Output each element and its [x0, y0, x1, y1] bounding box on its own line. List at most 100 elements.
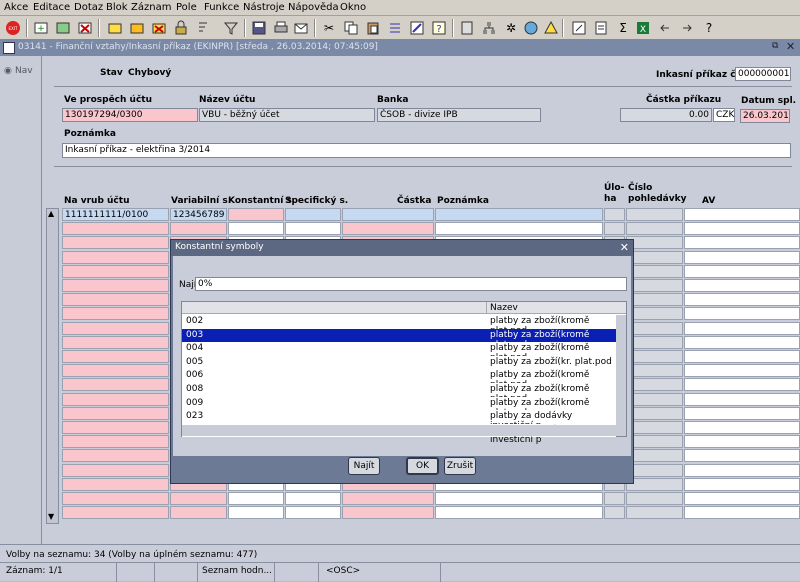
grid-cell[interactable]: [62, 336, 169, 349]
grid-cell[interactable]: [684, 449, 800, 462]
grid-cell[interactable]: [684, 208, 800, 221]
grid-cell[interactable]: [62, 265, 169, 278]
execute-query-icon[interactable]: [128, 19, 146, 37]
datum-field[interactable]: 26.03.2014: [740, 109, 790, 123]
mail-icon[interactable]: [292, 19, 310, 37]
grid-cell[interactable]: [684, 492, 800, 505]
close-icon[interactable]: ✕: [786, 40, 795, 53]
grid-cell[interactable]: [626, 478, 683, 491]
cancel-query-icon[interactable]: [150, 19, 168, 37]
grid-cell[interactable]: [342, 208, 434, 221]
grid-cell[interactable]: [170, 222, 227, 235]
grid-cell[interactable]: [228, 506, 284, 519]
grid-cell[interactable]: [626, 464, 683, 477]
delete-record-icon[interactable]: [76, 19, 94, 37]
grid-cell[interactable]: [435, 506, 603, 519]
attach-icon[interactable]: [570, 19, 588, 37]
grid-cell[interactable]: [684, 350, 800, 363]
grid-cell[interactable]: [626, 208, 683, 221]
grid-cell[interactable]: [626, 265, 683, 278]
inkasni-field[interactable]: 0000000012: [735, 67, 791, 81]
duplicate-icon[interactable]: [54, 19, 72, 37]
question-icon[interactable]: ?: [700, 19, 718, 37]
grid-scrollbar[interactable]: ▲ ▼: [46, 208, 59, 524]
grid-cell[interactable]: [62, 251, 169, 264]
arrow-right-icon[interactable]: [678, 19, 696, 37]
menu-funkce[interactable]: Funkce: [204, 2, 239, 13]
insert-record-icon[interactable]: +: [32, 19, 50, 37]
poznamka-field[interactable]: Inkasní příkaz - elektřina 3/2014: [62, 143, 791, 158]
grid-cell[interactable]: [62, 378, 169, 391]
grid-cell[interactable]: [62, 421, 169, 434]
grid-cell[interactable]: [684, 378, 800, 391]
grid-cell[interactable]: [62, 364, 169, 377]
najit-button[interactable]: Najít: [348, 457, 380, 475]
menu-dotaz[interactable]: Dotaz: [74, 2, 103, 13]
grid-cell[interactable]: [62, 478, 169, 491]
grid-cell[interactable]: [684, 435, 800, 448]
grid-cell[interactable]: [62, 322, 169, 335]
grid-cell[interactable]: [684, 506, 800, 519]
grid-cell[interactable]: [435, 222, 603, 235]
excel-icon[interactable]: X: [634, 19, 652, 37]
list-item[interactable]: 002platby za zboží(kromě plat.pod: [182, 315, 616, 336]
exit-icon[interactable]: EXIT: [4, 19, 22, 37]
grid-cell[interactable]: [626, 407, 683, 420]
zrusit-button[interactable]: Zrušit: [444, 457, 476, 475]
grid-cell[interactable]: [684, 464, 800, 477]
query-icon[interactable]: [106, 19, 124, 37]
grid-cell[interactable]: [228, 492, 284, 505]
grid-cell[interactable]: [684, 222, 800, 235]
globe-icon[interactable]: [522, 19, 540, 37]
arrow-left-icon[interactable]: [656, 19, 674, 37]
najit-input[interactable]: 0%: [195, 277, 627, 291]
menu-nastroje[interactable]: Nástroje: [243, 2, 285, 13]
grid-cell[interactable]: [62, 492, 169, 505]
grid-cell[interactable]: [626, 492, 683, 505]
grid-cell[interactable]: [684, 336, 800, 349]
list-item[interactable]: 003platby za zboží(kromě plat.pod: [182, 328, 616, 350]
grid-cell[interactable]: [626, 350, 683, 363]
grid-cell[interactable]: [626, 336, 683, 349]
help-icon[interactable]: ?: [430, 19, 448, 37]
grid-cell[interactable]: [626, 293, 683, 306]
grid-cell[interactable]: [626, 393, 683, 406]
sum-icon[interactable]: Σ: [614, 19, 632, 37]
grid-cell[interactable]: [285, 222, 341, 235]
grid-cell[interactable]: [604, 506, 625, 519]
scroll-up-icon[interactable]: ▲: [48, 209, 54, 218]
edit-icon[interactable]: [408, 19, 426, 37]
settings-icon[interactable]: ✲: [502, 19, 520, 37]
grid-cell[interactable]: [62, 449, 169, 462]
document-icon[interactable]: [592, 19, 610, 37]
nav-label[interactable]: Nav: [15, 66, 33, 76]
grid-cell[interactable]: [342, 222, 434, 235]
list-item[interactable]: 009platby za zboží(kromě plat.pod: [182, 396, 616, 418]
list-item[interactable]: 004platby za zboží(kromě plat.pod: [182, 342, 616, 363]
mena-field[interactable]: CZK: [713, 108, 735, 122]
grid-cell[interactable]: [626, 364, 683, 377]
grid-cell[interactable]: [626, 449, 683, 462]
menu-napoveda[interactable]: Nápověda: [288, 2, 339, 13]
grid-cell[interactable]: [604, 208, 625, 221]
grid-cell[interactable]: [285, 208, 341, 221]
scroll-down-icon[interactable]: ▼: [48, 512, 54, 521]
grid-cell[interactable]: [62, 236, 169, 249]
menu-okno[interactable]: Okno: [340, 2, 366, 13]
grid-cell[interactable]: [170, 492, 227, 505]
grid-cell[interactable]: [684, 251, 800, 264]
grid-cell[interactable]: [342, 506, 434, 519]
grid-cell[interactable]: [626, 435, 683, 448]
grid-cell[interactable]: [62, 293, 169, 306]
grid-cell[interactable]: [626, 421, 683, 434]
grid-cell[interactable]: [62, 464, 169, 477]
grid-cell[interactable]: [62, 506, 169, 519]
grid-cell[interactable]: [626, 506, 683, 519]
grid-cell[interactable]: [604, 492, 625, 505]
print-icon[interactable]: [272, 19, 290, 37]
grid-cell[interactable]: [228, 222, 284, 235]
restore-icon[interactable]: ⧉: [772, 41, 778, 51]
grid-cell[interactable]: [684, 421, 800, 434]
grid-cell[interactable]: [62, 279, 169, 292]
grid-cell[interactable]: [684, 393, 800, 406]
